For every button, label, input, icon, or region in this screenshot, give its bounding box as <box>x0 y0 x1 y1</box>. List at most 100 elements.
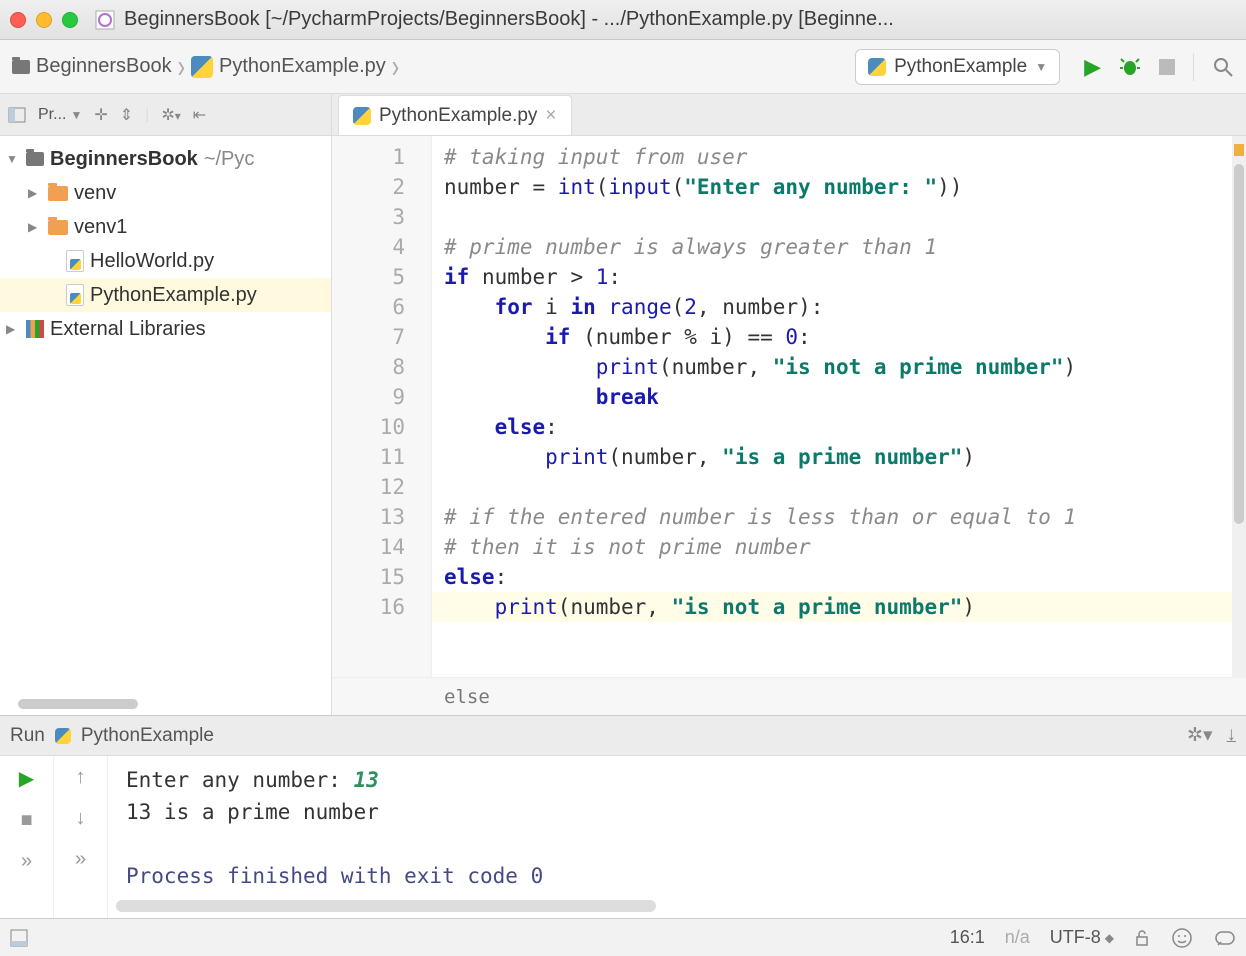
navigation-toolbar: BeginnersBook › PythonExample.py › Pytho… <box>0 40 1246 94</box>
chevron-down-icon: ▼ <box>1035 60 1047 74</box>
editor-tabs: PythonExample.py × <box>332 94 1246 136</box>
scrollbar-thumb[interactable] <box>1234 164 1244 524</box>
horizontal-scrollbar[interactable] <box>18 699 138 709</box>
expand-arrow-icon[interactable]: ▼ <box>6 152 20 166</box>
structure-crumb-label: else <box>444 686 490 708</box>
editor-tab[interactable]: PythonExample.py × <box>338 95 572 135</box>
editor-tab-label: PythonExample.py <box>379 105 537 127</box>
cursor-position[interactable]: 16:1 <box>950 927 985 948</box>
scroll-down-button[interactable]: ↓ <box>76 807 86 830</box>
export-button[interactable]: ↓ <box>1227 724 1237 747</box>
encoding-selector[interactable]: UTF-8◆ <box>1050 927 1114 948</box>
run-config-label: PythonExample <box>81 725 214 747</box>
stop-button[interactable] <box>1159 59 1175 75</box>
code-body[interactable]: # taking input from usernumber = int(inp… <box>432 136 1232 677</box>
window-controls <box>10 12 78 28</box>
collapse-arrow-icon[interactable]: ▶ <box>6 322 20 336</box>
tree-project-root[interactable]: ▼ BeginnersBook ~/Pyc <box>0 142 331 176</box>
rerun-button[interactable]: ▶ <box>19 766 34 791</box>
search-button[interactable] <box>1212 56 1234 78</box>
editor-area: PythonExample.py × 123456789101112131415… <box>332 94 1246 715</box>
folder-icon <box>48 186 68 201</box>
tree-item-label: venv <box>74 182 116 205</box>
tree-item-venv1[interactable]: ▶ venv1 <box>0 210 331 244</box>
tree-item-venv[interactable]: ▶ venv <box>0 176 331 210</box>
run-console[interactable]: Enter any number: 13 13 is a prime numbe… <box>108 756 1246 918</box>
code-structure-breadcrumb[interactable]: else <box>332 677 1246 715</box>
tree-external-libraries[interactable]: ▶ External Libraries <box>0 312 331 346</box>
project-tree[interactable]: ▼ BeginnersBook ~/Pyc ▶ venv ▶ venv1 Hel… <box>0 136 331 352</box>
console-exit-message: Process finished with exit code 0 <box>126 860 1228 892</box>
run-config-selector[interactable]: PythonExample ▼ <box>855 49 1060 85</box>
tree-item-label: PythonExample.py <box>90 284 257 307</box>
run-button[interactable]: ▶ <box>1084 54 1101 80</box>
collapse-all-button[interactable]: ⇕ <box>120 105 133 125</box>
tree-root-path: ~/Pyc <box>204 148 255 171</box>
python-file-icon <box>191 56 213 78</box>
breadcrumb[interactable]: BeginnersBook › PythonExample.py › <box>12 54 399 80</box>
editor-vertical-scrollbar[interactable] <box>1232 136 1246 677</box>
scroll-up-button[interactable]: ↑ <box>76 766 86 789</box>
python-icon <box>868 58 886 76</box>
console-user-input: 13 <box>354 768 379 792</box>
run-tool-window[interactable]: Run PythonExample ✲▾ ↓ ▶ ■ » ↑ ↓ » Enter… <box>0 715 1246 918</box>
project-view-selector[interactable]: Pr...▼ <box>38 106 82 124</box>
tree-item-label: External Libraries <box>50 318 206 341</box>
collapse-arrow-icon[interactable]: ▶ <box>28 186 42 200</box>
scroll-from-source-button[interactable]: ✛ <box>94 105 107 125</box>
chevron-right-icon: › <box>392 47 399 86</box>
run-gutter-primary: ▶ ■ » <box>0 756 54 918</box>
chevron-right-icon: › <box>178 47 185 86</box>
folder-icon <box>12 60 30 74</box>
breadcrumb-root[interactable]: BeginnersBook <box>12 55 172 78</box>
libraries-icon <box>26 320 44 338</box>
console-prompt: Enter any number: <box>126 768 354 792</box>
toolbar-divider <box>1193 53 1194 81</box>
tree-root-label: BeginnersBook <box>50 148 198 171</box>
run-tool-header: Run PythonExample ✲▾ ↓ <box>0 716 1246 756</box>
folder-icon <box>48 220 68 235</box>
console-output: 13 is a prime number <box>126 796 1228 828</box>
window-title: BeginnersBook [~/PycharmProjects/Beginne… <box>124 8 1236 31</box>
notifications-button[interactable] <box>1214 929 1236 947</box>
breadcrumb-root-label: BeginnersBook <box>36 55 172 78</box>
stop-run-button[interactable]: ■ <box>20 809 32 832</box>
close-tab-button[interactable]: × <box>545 105 556 127</box>
tree-item-label: HelloWorld.py <box>90 250 214 273</box>
console-horizontal-scrollbar[interactable] <box>116 900 656 912</box>
run-settings-button[interactable]: ✲▾ <box>1187 724 1212 747</box>
readonly-toggle[interactable] <box>1134 929 1150 947</box>
python-file-icon <box>66 250 84 272</box>
toggle-tool-windows-button[interactable] <box>10 929 28 947</box>
breadcrumb-file[interactable]: PythonExample.py <box>191 55 386 78</box>
tool-window-icon[interactable] <box>8 106 26 124</box>
run-config-name: PythonExample <box>894 56 1027 78</box>
collapse-arrow-icon[interactable]: ▶ <box>28 220 42 234</box>
project-tool-window[interactable]: Pr...▼ ✛ ⇕ | ✲▾ ⇤ ▼ BeginnersBook ~/Pyc … <box>0 94 332 715</box>
settings-button[interactable]: ✲▾ <box>161 105 180 125</box>
line-separator[interactable]: n/a <box>1005 927 1030 948</box>
tree-item-pythonexample[interactable]: PythonExample.py <box>0 278 331 312</box>
run-tool-label: Run <box>10 725 45 747</box>
titlebar: BeginnersBook [~/PycharmProjects/Beginne… <box>0 0 1246 40</box>
tree-item-helloworld[interactable]: HelloWorld.py <box>0 244 331 278</box>
statusbar: 16:1 n/a UTF-8◆ <box>0 918 1246 956</box>
folder-icon <box>26 152 44 166</box>
hide-button[interactable]: ⇤ <box>193 105 206 125</box>
line-number-gutter[interactable]: 12345678910111213141516 <box>332 136 432 677</box>
close-window-button[interactable] <box>10 12 26 28</box>
code-editor[interactable]: 12345678910111213141516 # taking input f… <box>332 136 1246 677</box>
project-tool-header: Pr...▼ ✛ ⇕ | ✲▾ ⇤ <box>0 94 331 136</box>
minimize-window-button[interactable] <box>36 12 52 28</box>
more-nav-button[interactable]: » <box>75 848 86 871</box>
tree-item-label: venv1 <box>74 216 127 239</box>
run-gutter-secondary: ↑ ↓ » <box>54 756 108 918</box>
debug-button[interactable] <box>1119 56 1141 78</box>
breadcrumb-file-label: PythonExample.py <box>219 55 386 78</box>
more-run-button[interactable]: » <box>21 850 32 873</box>
app-icon <box>94 9 116 31</box>
python-file-icon <box>353 107 371 125</box>
inspection-indicator[interactable] <box>1170 926 1194 950</box>
maximize-window-button[interactable] <box>62 12 78 28</box>
scrollbar-marker <box>1234 144 1244 156</box>
